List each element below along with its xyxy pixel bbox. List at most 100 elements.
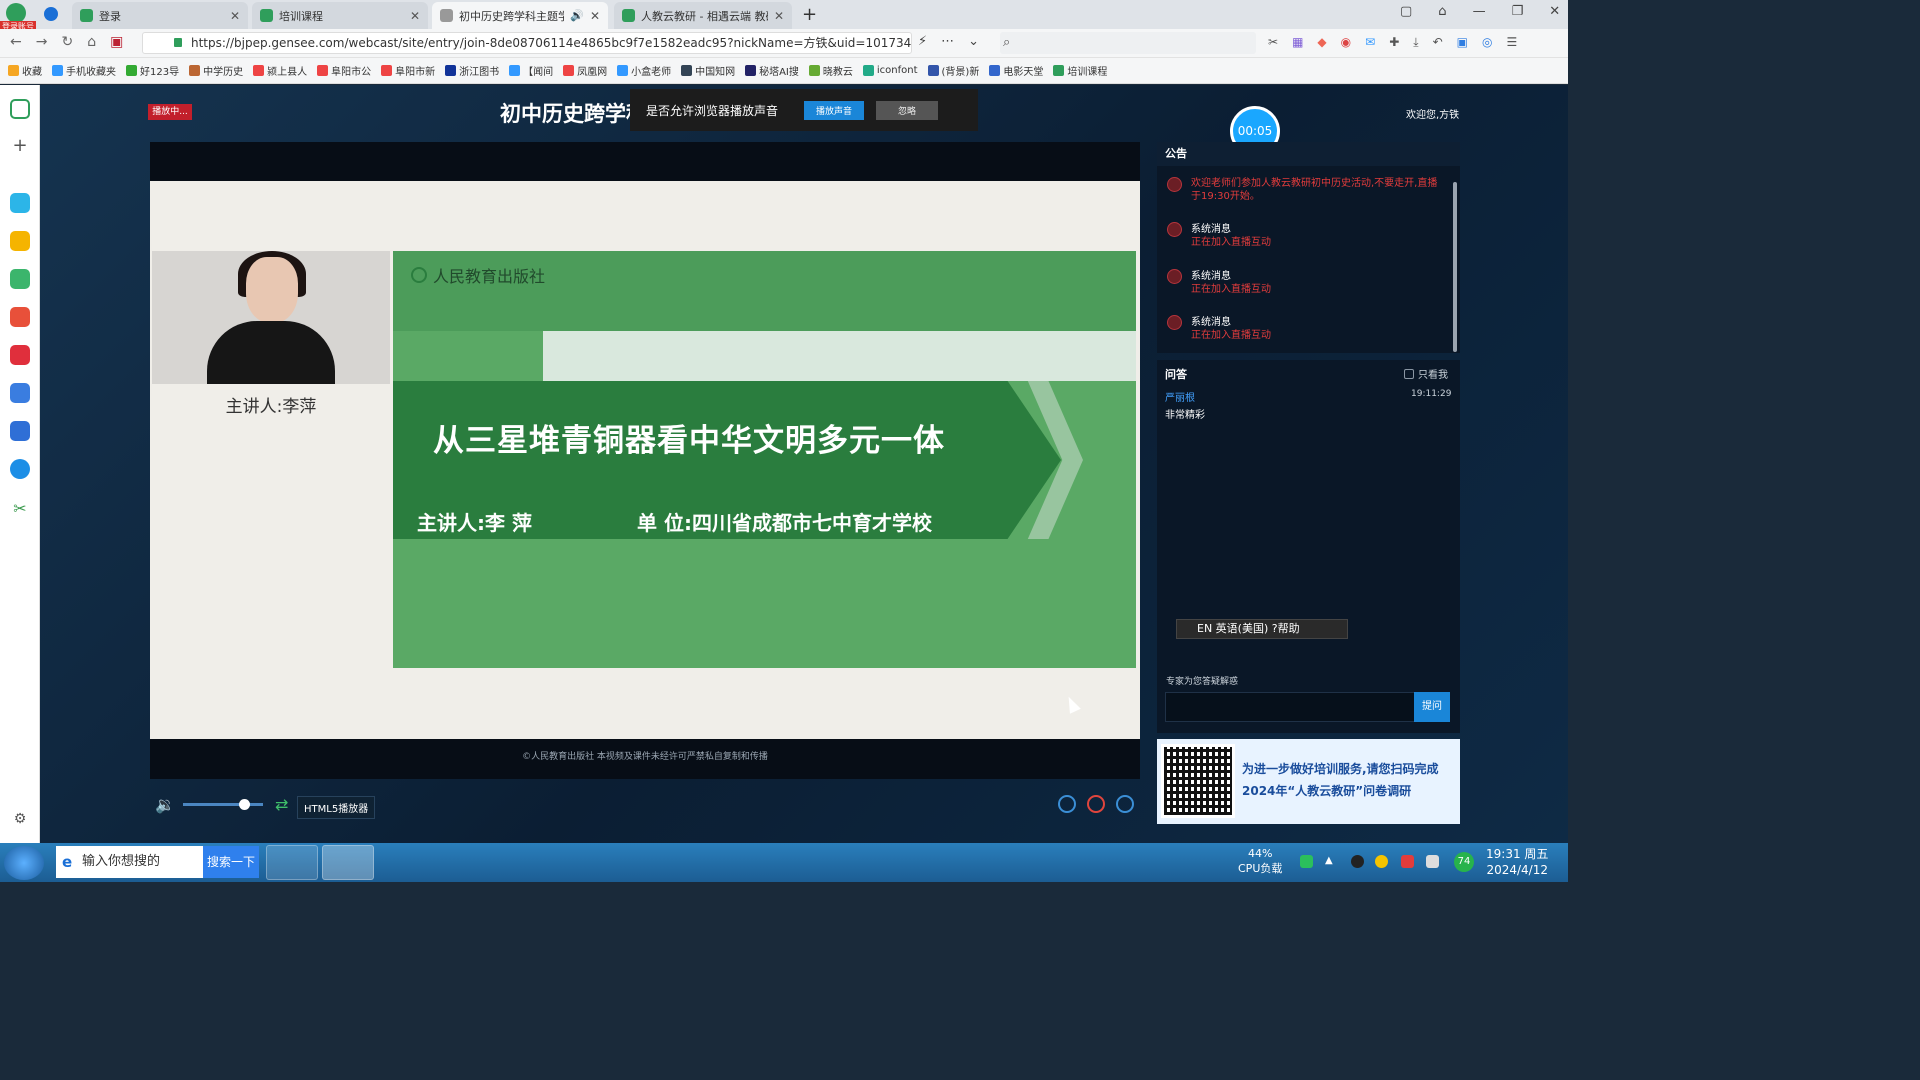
tab-login[interactable]: 登录 ✕ (72, 2, 248, 29)
game-icon[interactable]: ◆ (1317, 35, 1326, 50)
translate-ai-icon[interactable] (10, 383, 30, 403)
ask-button[interactable]: 提问 (1414, 692, 1450, 722)
plus-app-icon[interactable] (10, 193, 30, 213)
search-icon[interactable]: ⌕ (1003, 35, 1010, 50)
microphone-icon[interactable] (1087, 795, 1105, 813)
shirt-icon[interactable]: ⌂ (1438, 4, 1446, 19)
wechat-icon[interactable] (1375, 855, 1388, 868)
settings-icon[interactable]: ⚙ (10, 811, 30, 831)
bookmark-item[interactable]: 颍上县人 (253, 63, 307, 78)
bookmark-item[interactable]: 中学历史 (189, 63, 243, 78)
tab-count-icon[interactable]: ▢ (1400, 4, 1412, 19)
volume-icon[interactable]: 🔉 (155, 795, 175, 814)
notice-scrollbar[interactable] (1453, 182, 1457, 352)
url-tools[interactable]: ⚡ ⋯ ⌄ (918, 34, 979, 49)
browser-icon[interactable]: ◎ (1482, 35, 1492, 50)
add-icon[interactable]: + (10, 137, 30, 157)
player-mode-button[interactable]: HTML5播放器 (297, 796, 376, 819)
raise-hand-icon[interactable] (1058, 795, 1076, 813)
chat-icon[interactable] (10, 459, 30, 479)
play-sound-button[interactable]: 播放声音 (804, 100, 865, 120)
close-window-icon[interactable]: ✕ (1549, 4, 1560, 19)
pin-icon[interactable] (44, 7, 58, 21)
home-icon[interactable] (10, 99, 30, 119)
forward-icon[interactable]: → (36, 34, 48, 50)
close-icon[interactable]: ✕ (590, 9, 600, 23)
chevron-down-icon[interactable]: ⌄ (968, 34, 979, 49)
bookmark-item[interactable]: 培训课程 (1053, 63, 1107, 78)
clock[interactable]: 19:31 周五 2024/4/12 (1486, 846, 1548, 878)
bookmark-item[interactable]: 手机收藏夹 (52, 63, 116, 78)
bookmark-item[interactable]: 阜阳市公 (317, 63, 371, 78)
taskbar-search-button[interactable]: 搜索一下 (203, 846, 259, 878)
bookmark-item[interactable]: 电影天堂 (989, 63, 1043, 78)
nav-buttons[interactable]: ← → ↻ ⌂ ▣ (10, 34, 123, 50)
bookmark-item[interactable]: 浙江图书 (445, 63, 499, 78)
apps-icon[interactable]: ▦ (1292, 35, 1303, 50)
close-icon[interactable]: ✕ (774, 9, 784, 23)
video-ai-icon[interactable] (10, 345, 30, 365)
reload-icon[interactable]: ↻ (61, 34, 73, 50)
puzzle-icon[interactable]: ✚ (1389, 35, 1399, 50)
pdf-ai-icon[interactable] (10, 307, 30, 327)
browser-logo-icon[interactable] (6, 3, 26, 23)
scissors-icon[interactable]: ✂ (1268, 35, 1278, 50)
switch-icon[interactable]: ⇄ (275, 795, 288, 814)
settings-icon[interactable] (1116, 795, 1134, 813)
bookmark-item[interactable]: 秘塔AI搜 (745, 63, 799, 78)
back-icon[interactable]: ← (10, 34, 22, 50)
security-badge[interactable]: 74 (1454, 852, 1474, 872)
menu-icon[interactable]: ☰ (1506, 35, 1517, 50)
close-icon[interactable]: ✕ (410, 9, 420, 23)
bookmark-item[interactable]: (背景)新 (927, 63, 979, 78)
signal-icon[interactable] (1426, 855, 1439, 868)
close-icon[interactable]: ✕ (230, 9, 240, 23)
restore-icon[interactable]: ❐ (1512, 4, 1524, 19)
network-warning-icon[interactable] (1401, 855, 1414, 868)
ignore-button[interactable]: 忽略 (876, 100, 939, 120)
toolbar-icons[interactable]: ✂ ▦ ◆ ◉ ✉ ✚ ⤓ ↶ ▣ ◎ ☰ (1268, 35, 1517, 50)
doc-ai-icon[interactable] (10, 421, 30, 441)
taskbar-search-input[interactable]: 输入你想搜的 (56, 846, 204, 878)
bookmark-item[interactable]: 小盒老师 (617, 63, 671, 78)
question-input[interactable] (1165, 692, 1415, 722)
new-tab-button[interactable]: + (802, 4, 817, 25)
checkbox-icon[interactable] (1404, 368, 1414, 379)
lightning-icon[interactable]: ⚡ (918, 34, 927, 49)
mail-icon[interactable]: ✉ (1365, 35, 1375, 50)
minimize-icon[interactable]: — (1473, 4, 1486, 19)
browser-search-input[interactable] (1000, 32, 1256, 54)
speaker-icon[interactable]: 🔊 (570, 9, 584, 22)
scissors-icon[interactable]: ✂ (10, 499, 30, 519)
image-ai-icon[interactable] (10, 269, 30, 289)
bookmark-item[interactable]: 晓教云 (808, 63, 853, 78)
tab-webcast[interactable]: 初中历史跨学科主题学习活 🔊 ✕ (432, 2, 608, 29)
bookmark-item[interactable]: iconfont (862, 65, 918, 76)
bookmark-item[interactable]: 阜阳市新 (381, 63, 435, 78)
volume-slider[interactable] (183, 803, 263, 806)
bookmark-item[interactable]: 收藏 (8, 63, 42, 78)
window-controls[interactable]: ▢ ⌂ — ❐ ✕ (1400, 4, 1560, 19)
undo-icon[interactable]: ↶ (1433, 35, 1443, 50)
taskbar-app-photos[interactable] (266, 845, 318, 880)
home-icon[interactable]: ⌂ (87, 34, 96, 50)
taskbar-app-browser[interactable] (322, 845, 374, 880)
extension-icon[interactable]: ▣ (110, 34, 123, 50)
up-arrow-icon[interactable]: ▲ (1325, 855, 1338, 868)
more-icon[interactable]: ⋯ (941, 34, 954, 49)
qq-icon[interactable] (1351, 855, 1364, 868)
download-icon[interactable]: ⤓ (1413, 35, 1418, 50)
only-me-checkbox[interactable]: 只看我 (1404, 366, 1448, 381)
bookmark-item[interactable]: 凤凰网 (563, 63, 607, 78)
bookmark-item[interactable]: 【闻间 (509, 63, 553, 78)
ai-icon[interactable]: ▣ (1457, 35, 1468, 50)
volume-handle[interactable] (239, 799, 250, 810)
eye-icon[interactable]: ◉ (1341, 35, 1351, 50)
wifi-icon[interactable] (1300, 855, 1313, 868)
bookmark-item[interactable]: 好123导 (126, 63, 179, 78)
star-icon[interactable] (10, 231, 30, 251)
bookmark-item[interactable]: 中国知网 (681, 63, 735, 78)
ime-toolbar[interactable]: EN 英语(美国) ?帮助 (1176, 619, 1348, 639)
start-button[interactable] (4, 846, 44, 880)
tab-renjiaoyun[interactable]: 人教云教研 - 相遇云端 教研 ✕ (614, 2, 792, 29)
